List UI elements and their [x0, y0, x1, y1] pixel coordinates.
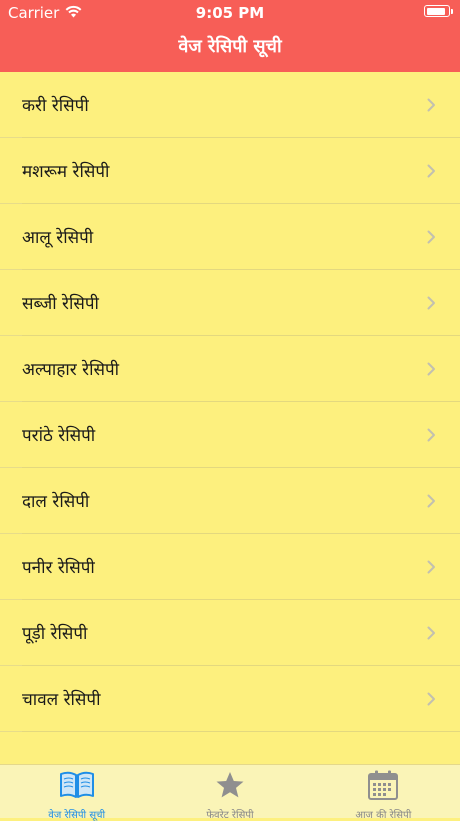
list-item-label: आलू रेसिपी — [22, 228, 94, 248]
chevron-right-icon — [424, 692, 438, 706]
chevron-right-icon — [424, 494, 438, 508]
list-item-label: मशरूम रेसिपी — [22, 162, 110, 182]
status-bar: Carrier 9:05 PM — [0, 0, 460, 26]
tab-label: आज की रेसिपी — [355, 810, 412, 821]
list-item-label: दाल रेसिपी — [22, 492, 90, 512]
status-right — [424, 5, 453, 17]
list-item[interactable]: पनीर रेसिपी — [0, 534, 460, 600]
chevron-right-icon — [424, 428, 438, 442]
chevron-right-icon — [424, 98, 438, 112]
list-item[interactable]: मशरूम रेसिपी — [0, 138, 460, 204]
list-item-label: चावल रेसिपी — [22, 690, 101, 710]
navigation-header: Carrier 9:05 PM वेज रेसिपी सूची — [0, 0, 460, 72]
calendar-icon — [367, 769, 399, 805]
star-icon — [214, 769, 246, 805]
tab-favorite-recipe[interactable]: फेवरेट रेसिपी — [153, 765, 306, 821]
tab-label: वेज रेसिपी सूची — [48, 810, 106, 821]
chevron-right-icon — [424, 362, 438, 376]
battery-icon — [424, 5, 453, 17]
recipe-category-list[interactable]: करी रेसिपी मशरूम रेसिपी आलू रेसिपी सब्जी… — [0, 72, 460, 764]
page-title: वेज रेसिपी सूची — [178, 36, 282, 57]
list-item-label: अल्पाहार रेसिपी — [22, 360, 120, 380]
book-icon — [59, 769, 95, 805]
list-item[interactable]: करी रेसिपी — [0, 72, 460, 138]
chevron-right-icon — [424, 164, 438, 178]
list-item[interactable]: अल्पाहार रेसिपी — [0, 336, 460, 402]
list-item-label: पनीर रेसिपी — [22, 558, 95, 578]
list-item[interactable]: पूड़ी रेसिपी — [0, 600, 460, 666]
chevron-right-icon — [424, 296, 438, 310]
tab-label: फेवरेट रेसिपी — [206, 810, 254, 821]
list-item[interactable]: आलू रेसिपी — [0, 204, 460, 270]
chevron-right-icon — [424, 560, 438, 574]
chevron-right-icon — [424, 230, 438, 244]
tab-todays-recipe[interactable]: आज की रेसिपी — [307, 765, 460, 821]
chevron-right-icon — [424, 626, 438, 640]
list-item[interactable]: चावल रेसिपी — [0, 666, 460, 732]
tab-bar: वेज रेसिपी सूची फेवरेट रेसिपी आज की रेसि… — [0, 764, 460, 821]
tab-veg-recipe-list[interactable]: वेज रेसिपी सूची — [0, 765, 153, 821]
list-item[interactable]: दाल रेसिपी — [0, 468, 460, 534]
list-item[interactable]: परांठे रेसिपी — [0, 402, 460, 468]
list-item-label: परांठे रेसिपी — [22, 426, 96, 446]
list-item-label: सब्जी रेसिपी — [22, 294, 99, 314]
list-item[interactable]: सब्जी रेसिपी — [0, 270, 460, 336]
list-item-label: करी रेसिपी — [22, 96, 89, 116]
status-time: 9:05 PM — [195, 4, 265, 22]
list-item-label: पूड़ी रेसिपी — [22, 624, 88, 644]
